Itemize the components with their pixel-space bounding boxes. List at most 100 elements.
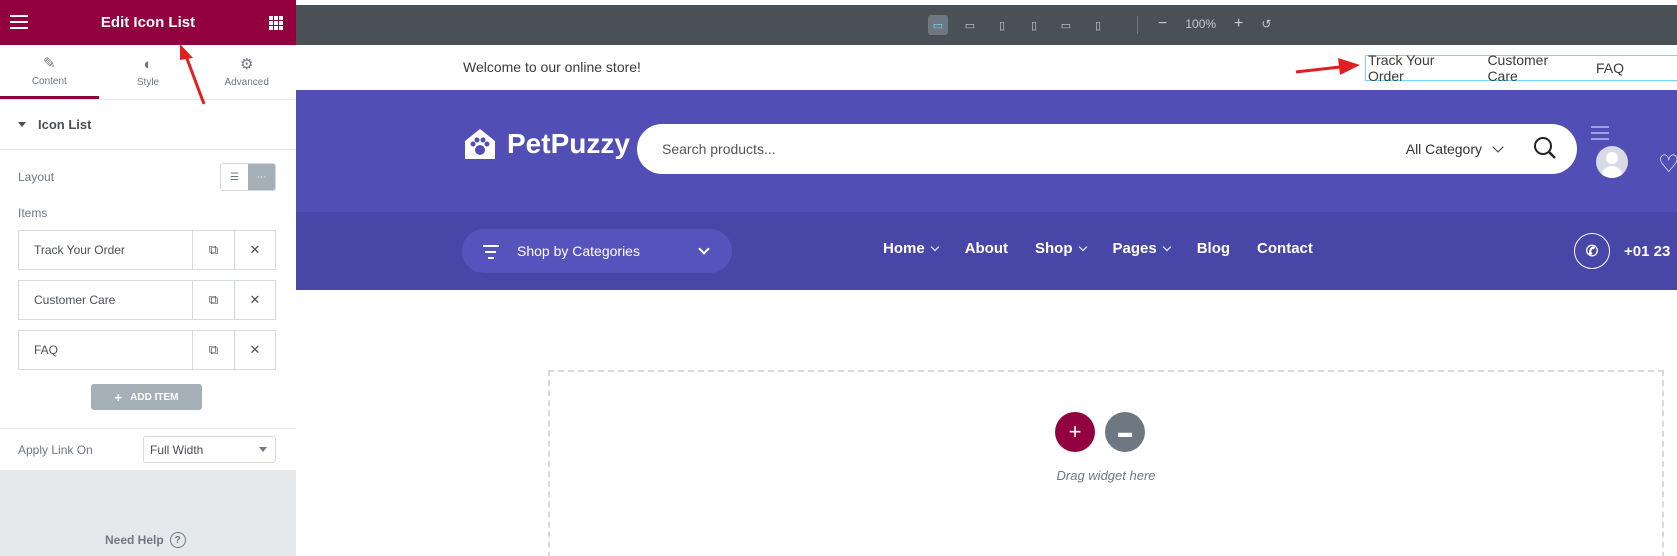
duplicate-icon[interactable]: ⧉ (193, 281, 234, 319)
plus-icon: + (114, 389, 123, 405)
nav-item-shop[interactable]: Shop (1035, 240, 1087, 257)
apply-link-control: Apply Link On Full Width (0, 428, 296, 470)
panel-body: Icon List Layout ☰ ⋯ Items Track Your Or… (0, 100, 296, 470)
duplicate-icon[interactable]: ⧉ (193, 331, 234, 369)
gear-icon: ⚙ (239, 56, 254, 73)
empty-section-dropzone[interactable]: + ▬ Drag widget here (548, 370, 1664, 556)
panel-header: Edit Icon List (0, 0, 296, 45)
top-link[interactable]: Customer Care (1487, 52, 1580, 84)
layout-label: Layout (18, 170, 55, 184)
close-icon[interactable]: ✕ (234, 331, 275, 369)
site-logo[interactable]: PetPuzzy (462, 126, 630, 162)
logo-text: PetPuzzy (507, 128, 630, 159)
phone-number: +01 23 (1624, 242, 1671, 260)
category-label: All Category (1405, 141, 1482, 157)
chevron-down-icon (930, 242, 939, 252)
site-topbar: Welcome to our online store! Track Your … (296, 45, 1677, 90)
chevron-down-icon (1078, 242, 1087, 252)
repeater-item-title[interactable]: Customer Care (19, 281, 193, 319)
zoom-out-icon[interactable]: − (1158, 15, 1167, 33)
hamburger-menu-icon[interactable] (10, 15, 28, 29)
chevron-down-icon (1492, 141, 1504, 153)
inline-layout-icon[interactable]: ⋯ (248, 164, 275, 190)
zoom-in-icon[interactable]: + (1234, 15, 1243, 33)
list-layout-icon[interactable]: ☰ (221, 164, 248, 190)
nav-label: Home (883, 240, 925, 257)
main-nav: Home About Shop Pages Blog Contact (883, 240, 1313, 257)
dropzone-buttons: + ▬ (1055, 412, 1145, 452)
menu-icon[interactable] (1591, 126, 1609, 144)
nav-label: Shop (1035, 240, 1073, 257)
add-item-button[interactable]: + ADD ITEM (91, 384, 202, 410)
add-section-button[interactable]: + (1055, 412, 1095, 452)
nav-label: Pages (1112, 240, 1157, 257)
duplicate-icon[interactable]: ⧉ (193, 231, 234, 269)
search-icon[interactable] (1533, 136, 1557, 160)
heart-icon[interactable]: ♡ (1658, 150, 1677, 179)
user-avatar-icon[interactable] (1596, 146, 1628, 178)
preview-canvas: Welcome to our online store! Track Your … (296, 45, 1677, 556)
welcome-text: Welcome to our online store! (463, 59, 641, 75)
nav-item-contact[interactable]: Contact (1257, 240, 1313, 257)
close-icon[interactable]: ✕ (234, 231, 275, 269)
repeater-item-title[interactable]: Track Your Order (19, 231, 193, 269)
nav-item-blog[interactable]: Blog (1197, 240, 1230, 257)
tablet-landscape-icon[interactable]: ▯ (992, 15, 1012, 35)
shop-by-categories-button[interactable]: Shop by Categories (462, 229, 732, 273)
section-toggle-icon-list[interactable]: Icon List (0, 100, 296, 150)
caret-down-icon (18, 122, 26, 127)
site-header: PetPuzzy Search products... All Category… (296, 90, 1677, 212)
phone-icon: ✆ (1574, 233, 1610, 269)
repeater-item-title[interactable]: FAQ (19, 331, 193, 369)
desktop-icon[interactable]: ▭ (928, 15, 948, 35)
folder-icon[interactable]: ▬ (1105, 412, 1145, 452)
layout-control: Layout ☰ ⋯ (18, 163, 276, 191)
tablet-icon[interactable]: ▯ (1024, 15, 1044, 35)
layout-toggle: ☰ ⋯ (220, 163, 276, 191)
site-nav: Shop by Categories Home About Shop Pages… (296, 212, 1677, 290)
paw-house-icon (465, 129, 495, 159)
mobile-landscape-icon[interactable]: ▭ (1056, 15, 1076, 35)
items-label: Items (18, 206, 48, 220)
half-circle-icon: ◐ (143, 55, 153, 73)
mobile-icon[interactable]: ▯ (1088, 15, 1108, 35)
phone-contact[interactable]: ✆ +01 23 (1574, 233, 1670, 269)
device-switcher: ▭ ▭ ▯ ▯ ▭ ▯ (928, 15, 1108, 35)
search-input[interactable]: Search products... (662, 141, 776, 157)
widgets-grid-icon[interactable] (269, 16, 283, 30)
tab-advanced-label: Advanced (224, 77, 269, 88)
top-link[interactable]: Track Your Order (1366, 52, 1471, 84)
toolbar-divider (1137, 16, 1138, 34)
icon-list-widget[interactable]: Track Your Order Customer Care FAQ (1365, 52, 1677, 84)
tab-content-label: Content (31, 75, 67, 87)
nav-label: About (964, 240, 1009, 257)
select-arrow-icon (259, 447, 267, 452)
dropzone-hint: Drag widget here (1056, 468, 1156, 483)
apply-link-select[interactable]: Full Width (143, 436, 276, 463)
nav-item-about[interactable]: About (965, 240, 1008, 257)
panel-title: Edit Icon List (100, 14, 196, 31)
search-bar[interactable]: Search products... All Category (637, 124, 1577, 174)
apply-link-value: Full Width (150, 442, 204, 457)
category-dropdown[interactable]: All Category (1405, 141, 1504, 157)
close-icon[interactable]: ✕ (234, 281, 275, 319)
question-icon: ? (169, 532, 186, 548)
reset-zoom-icon[interactable]: ↺ (1261, 17, 1271, 31)
laptop-icon[interactable]: ▭ (960, 15, 980, 35)
repeater-item: Track Your Order ⧉ ✕ (18, 230, 276, 270)
section-title: Icon List (38, 117, 92, 132)
need-help-label: Need Help (105, 533, 164, 547)
tab-content[interactable]: ✎ Content (0, 45, 99, 99)
tab-style[interactable]: ◐ Style (99, 45, 198, 99)
pencil-icon: ✎ (43, 54, 56, 72)
nav-label: Contact (1257, 240, 1313, 257)
tab-advanced[interactable]: ⚙ Advanced (197, 45, 296, 99)
chevron-down-icon (698, 243, 710, 255)
chevron-down-icon (1162, 242, 1171, 252)
need-help-link[interactable]: Need Help ? (105, 532, 186, 548)
top-link[interactable]: FAQ (1596, 60, 1624, 76)
apply-link-label: Apply Link On (18, 442, 93, 457)
nav-item-pages[interactable]: Pages (1112, 240, 1171, 257)
nav-label: Blog (1196, 240, 1231, 257)
nav-item-home[interactable]: Home (883, 240, 939, 257)
